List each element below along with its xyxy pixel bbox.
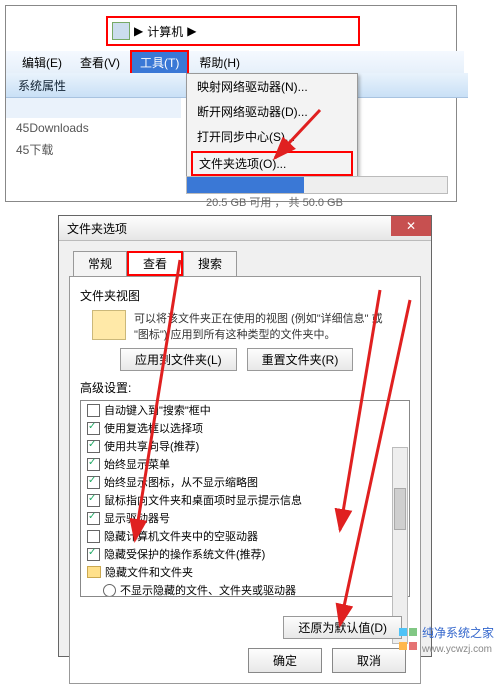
tab-view[interactable]: 查看 — [127, 251, 183, 276]
adv-item-label: 显示驱动器号 — [104, 510, 170, 526]
reset-folders-button[interactable]: 重置文件夹(R) — [247, 348, 354, 371]
adv-item[interactable]: 显示驱动器号 — [81, 509, 409, 527]
menu-bar: 编辑(E) 查看(V) 工具(T) 帮助(H) — [6, 51, 464, 73]
disk-usage-bar — [186, 176, 448, 194]
adv-item-label: 始终显示图标，从不显示缩略图 — [104, 474, 258, 490]
watermark: 纯净系统之家 www.ycwzj.com — [398, 624, 494, 655]
adv-item-label: 使用共享向导(推荐) — [104, 438, 199, 454]
tab-general[interactable]: 常规 — [73, 251, 127, 276]
adv-item[interactable]: 隐藏受保护的操作系统文件(推荐) — [81, 545, 409, 563]
folder-icon[interactable] — [87, 566, 101, 578]
menu-help[interactable]: 帮助(H) — [191, 52, 248, 73]
adv-item-label: 始终显示菜单 — [104, 456, 170, 472]
left-downloads[interactable]: 45Downloads — [6, 118, 181, 138]
adv-item[interactable]: 始终显示菜单 — [81, 455, 409, 473]
adv-item-label: 自动键入到"搜索"框中 — [104, 402, 211, 418]
address-bar[interactable]: ▶ 计算机 ▶ — [106, 16, 360, 46]
adv-item[interactable]: 使用复选框以选择项 — [81, 419, 409, 437]
adv-item[interactable]: 使用共享向导(推荐) — [81, 437, 409, 455]
checkbox-icon[interactable] — [87, 548, 100, 561]
menu-tools[interactable]: 工具(T) — [130, 50, 189, 75]
view-panel: 文件夹视图 可以将该文件夹正在使用的视图 (例如"详细信息" 或 "图标") 应… — [69, 276, 421, 684]
adv-item-label: 隐藏文件和文件夹 — [105, 564, 193, 580]
adv-item[interactable]: 自动键入到"搜索"框中 — [81, 401, 409, 419]
checkbox-icon[interactable] — [87, 494, 100, 507]
adv-item[interactable]: 始终显示图标，从不显示缩略图 — [81, 473, 409, 491]
computer-icon — [112, 22, 130, 40]
dd-map-drive[interactable]: 映射网络驱动器(N)... — [187, 74, 357, 99]
adv-item-label: 隐藏受保护的操作系统文件(推荐) — [104, 546, 265, 562]
adv-item-label: 隐藏计算机文件夹中的空驱动器 — [104, 528, 258, 544]
advanced-label: 高级设置: — [80, 379, 410, 396]
section-folder-view: 文件夹视图 — [80, 287, 410, 304]
checkbox-icon[interactable] — [87, 458, 100, 471]
apply-to-folders-button[interactable]: 应用到文件夹(L) — [120, 348, 237, 371]
disk-usage-text: 20.5 GB 可用 ， 共 50.0 GB — [206, 194, 343, 210]
folder-options-dialog: 文件夹选项 ✕ 常规 查看 搜索 文件夹视图 可以将该文件夹正在使用的视图 (例… — [58, 215, 432, 657]
tabs: 常规 查看 搜索 — [73, 251, 431, 276]
checkbox-icon[interactable] — [87, 440, 100, 453]
radio-icon[interactable] — [103, 584, 116, 597]
breadcrumb-sep: ▶ — [187, 24, 196, 38]
dialog-titlebar: 文件夹选项 ✕ — [59, 216, 431, 241]
scrollbar[interactable] — [392, 447, 408, 644]
adv-item-label: 鼠标指向文件夹和桌面项时显示提示信息 — [104, 492, 302, 508]
left-downloads-cn[interactable]: 45下载 — [6, 138, 181, 161]
adv-item[interactable]: 隐藏文件和文件夹 — [81, 563, 409, 581]
dd-sync-center[interactable]: 打开同步中心(S)... — [187, 124, 357, 149]
restore-defaults-button[interactable]: 还原为默认值(D) — [283, 616, 402, 639]
adv-item[interactable]: 隐藏计算机文件夹中的空驱动器 — [81, 527, 409, 545]
adv-item[interactable]: 鼠标指向文件夹和桌面项时显示提示信息 — [81, 491, 409, 509]
tab-search[interactable]: 搜索 — [183, 251, 237, 276]
toolbar-system-properties[interactable]: 系统属性 — [18, 77, 66, 94]
left-pane: 45Downloads 45下载 — [6, 98, 181, 161]
folder-view-icon — [92, 310, 126, 340]
breadcrumb-sep: ▶ — [134, 24, 143, 38]
dd-disconnect-drive[interactable]: 断开网络驱动器(D)... — [187, 99, 357, 124]
dd-folder-options[interactable]: 文件夹选项(O)... — [191, 151, 353, 176]
watermark-logo-icon — [398, 626, 418, 654]
menu-view[interactable]: 查看(V) — [72, 52, 128, 73]
tools-dropdown: 映射网络驱动器(N)... 断开网络驱动器(D)... 打开同步中心(S)...… — [186, 73, 358, 179]
dialog-title: 文件夹选项 — [67, 220, 127, 237]
scrollbar-thumb[interactable] — [394, 488, 406, 530]
adv-item-label: 使用复选框以选择项 — [104, 420, 203, 436]
menu-edit[interactable]: 编辑(E) — [14, 52, 70, 73]
checkbox-icon[interactable] — [87, 404, 100, 417]
folder-view-desc: 可以将该文件夹正在使用的视图 (例如"详细信息" 或 "图标") 应用到所有这种… — [134, 310, 394, 342]
watermark-text: 纯净系统之家 — [422, 626, 494, 640]
breadcrumb-label[interactable]: 计算机 — [147, 23, 183, 40]
watermark-url: www.ycwzj.com — [422, 644, 492, 655]
checkbox-icon[interactable] — [87, 530, 100, 543]
close-button[interactable]: ✕ — [391, 216, 431, 236]
advanced-settings-list[interactable]: 自动键入到"搜索"框中使用复选框以选择项使用共享向导(推荐) 始终显示菜单始终显示… — [80, 400, 410, 597]
checkbox-icon[interactable] — [87, 422, 100, 435]
checkbox-icon[interactable] — [87, 512, 100, 525]
explorer-window: ▶ 计算机 ▶ 编辑(E) 查看(V) 工具(T) 帮助(H) 系统属性 45D… — [5, 5, 457, 202]
adv-item-label: 不显示隐藏的文件、文件夹或驱动器 — [120, 582, 296, 597]
adv-item[interactable]: 不显示隐藏的文件、文件夹或驱动器 — [97, 581, 409, 597]
checkbox-icon[interactable] — [87, 476, 100, 489]
